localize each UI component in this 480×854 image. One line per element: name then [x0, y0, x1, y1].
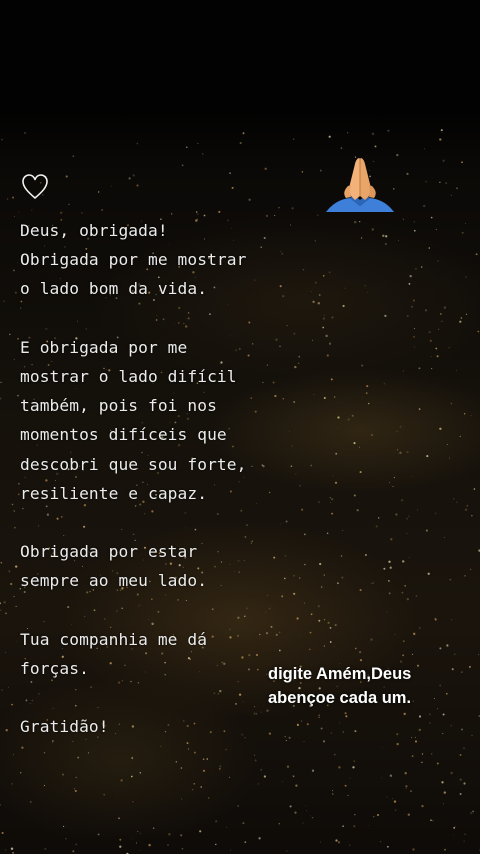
story-screen: Deus, obrigada! Obrigada por me mostrar …	[0, 0, 480, 854]
folded-hands-icon	[326, 158, 394, 212]
heart-icon	[22, 174, 48, 199]
call-to-action-text: digite Amém,Deus abençoe cada um.	[268, 665, 412, 707]
